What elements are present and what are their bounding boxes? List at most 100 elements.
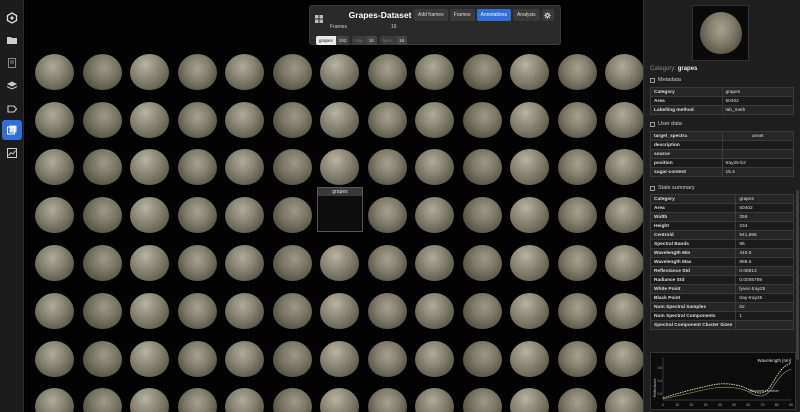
gallery-thumbnail[interactable]	[459, 144, 507, 192]
checkbox-icon[interactable]	[650, 77, 655, 83]
gallery-thumbnail[interactable]	[601, 335, 643, 383]
gallery-thumbnail[interactable]	[459, 239, 507, 287]
gallery-thumbnail[interactable]	[411, 144, 459, 192]
gallery-thumbnail[interactable]	[79, 383, 127, 412]
gallery-thumbnail[interactable]	[221, 144, 269, 192]
gallery-thumbnail[interactable]	[554, 96, 602, 144]
gallery-thumbnail-selected[interactable]: grapes	[316, 187, 364, 239]
gallery-thumbnail[interactable]	[506, 144, 554, 192]
layers-icon[interactable]	[2, 76, 22, 96]
gallery-thumbnail[interactable]	[126, 96, 174, 144]
gallery-thumbnail[interactable]	[126, 335, 174, 383]
gallery-thumbnail[interactable]	[79, 335, 127, 383]
document-icon[interactable]	[2, 53, 22, 73]
tag-icon[interactable]	[2, 99, 22, 119]
gallery-thumbnail[interactable]	[316, 335, 364, 383]
gallery-thumbnail[interactable]	[364, 239, 412, 287]
metadata-section-toggle[interactable]: Metadata	[650, 77, 681, 83]
gallery-thumbnail[interactable]	[601, 287, 643, 335]
gallery-thumbnail[interactable]	[174, 144, 222, 192]
gallery-thumbnail[interactable]	[601, 96, 643, 144]
gallery-thumbnail[interactable]	[601, 383, 643, 412]
gallery-thumbnail[interactable]	[506, 383, 554, 412]
gallery-thumbnail[interactable]	[221, 48, 269, 96]
gallery-thumbnail[interactable]	[221, 96, 269, 144]
gallery-thumbnail[interactable]	[31, 287, 79, 335]
analysis-tab[interactable]: Analysis	[512, 9, 540, 21]
gallery-thumbnail[interactable]	[506, 96, 554, 144]
gallery-thumbnail[interactable]	[31, 144, 79, 192]
gallery-thumbnail[interactable]	[554, 239, 602, 287]
chip-lyvec[interactable]: lyvec 16	[379, 36, 408, 45]
gallery-thumbnail[interactable]	[554, 144, 602, 192]
gallery-thumbnail[interactable]	[174, 239, 222, 287]
gallery-thumbnail[interactable]	[269, 144, 317, 192]
gallery-thumbnail[interactable]	[554, 383, 602, 412]
gallery-thumbnail[interactable]	[316, 144, 364, 192]
gallery-thumbnail[interactable]	[269, 96, 317, 144]
gallery-thumbnail[interactable]	[316, 383, 364, 412]
gallery-thumbnail[interactable]	[506, 48, 554, 96]
gallery-thumbnail[interactable]	[601, 191, 643, 239]
gallery-thumbnail[interactable]	[459, 383, 507, 412]
gallery-thumbnail[interactable]	[126, 383, 174, 412]
gallery-icon[interactable]	[2, 120, 22, 140]
gallery-thumbnail[interactable]	[459, 287, 507, 335]
gear-icon[interactable]	[541, 9, 554, 21]
gallery-thumbnail[interactable]	[221, 239, 269, 287]
user-data-section-toggle[interactable]: User data	[650, 121, 682, 127]
chip-grapes[interactable]: grapes 192	[316, 36, 350, 45]
gallery-thumbnail[interactable]	[79, 144, 127, 192]
gallery-thumbnail[interactable]	[459, 335, 507, 383]
logo-icon[interactable]	[2, 8, 22, 28]
gallery-thumbnail[interactable]	[126, 191, 174, 239]
gallery-thumbnail[interactable]	[31, 96, 79, 144]
gallery-thumbnail[interactable]	[174, 287, 222, 335]
gallery-thumbnail[interactable]	[79, 191, 127, 239]
add-frames-button[interactable]: Add frames	[414, 9, 448, 21]
gallery-thumbnail[interactable]	[459, 96, 507, 144]
gallery-thumbnail[interactable]	[79, 48, 127, 96]
gallery-thumbnail[interactable]	[554, 191, 602, 239]
gallery-thumbnail[interactable]	[316, 239, 364, 287]
gallery-thumbnail[interactable]	[126, 144, 174, 192]
gallery-thumbnail[interactable]	[79, 239, 127, 287]
gallery-thumbnail[interactable]	[174, 191, 222, 239]
gallery-thumbnail[interactable]	[411, 191, 459, 239]
gallery-thumbnail[interactable]	[126, 48, 174, 96]
gallery-thumbnail[interactable]	[554, 287, 602, 335]
stats-section-toggle[interactable]: Stats summary	[650, 185, 695, 191]
gallery-thumbnail[interactable]	[411, 239, 459, 287]
gallery-thumbnail[interactable]	[601, 144, 643, 192]
gallery-thumbnail[interactable]	[31, 191, 79, 239]
selected-card[interactable]: grapes	[317, 187, 363, 233]
gallery-thumbnail[interactable]	[221, 191, 269, 239]
chip-tray[interactable]: tray 16	[352, 36, 377, 45]
gallery-thumbnail[interactable]	[269, 335, 317, 383]
gallery-thumbnail[interactable]	[126, 239, 174, 287]
checkbox-icon[interactable]	[650, 185, 655, 191]
gallery-thumbnail[interactable]	[79, 96, 127, 144]
gallery-thumbnail[interactable]	[174, 48, 222, 96]
gallery-thumbnail[interactable]	[506, 335, 554, 383]
annotations-tab[interactable]: Annotations	[476, 9, 511, 21]
gallery-thumbnail[interactable]	[269, 383, 317, 412]
gallery-thumbnail[interactable]	[601, 239, 643, 287]
gallery-thumbnail[interactable]	[221, 383, 269, 412]
gallery-thumbnail[interactable]	[459, 191, 507, 239]
gallery-thumbnail[interactable]	[269, 287, 317, 335]
gallery-thumbnail[interactable]	[554, 335, 602, 383]
gallery-thumbnail[interactable]	[364, 335, 412, 383]
gallery-thumbnail[interactable]	[506, 287, 554, 335]
folder-icon[interactable]	[2, 30, 22, 50]
gallery-thumbnail[interactable]	[126, 287, 174, 335]
gallery-thumbnail[interactable]	[411, 383, 459, 412]
grid-view-icon[interactable]	[314, 11, 324, 23]
gallery-thumbnail[interactable]	[174, 335, 222, 383]
gallery-thumbnail[interactable]	[364, 144, 412, 192]
gallery-thumbnail[interactable]	[31, 335, 79, 383]
gallery-thumbnail[interactable]	[316, 96, 364, 144]
gallery-thumbnail[interactable]	[364, 287, 412, 335]
chart-icon[interactable]	[2, 143, 22, 163]
gallery-thumbnail[interactable]	[31, 383, 79, 412]
